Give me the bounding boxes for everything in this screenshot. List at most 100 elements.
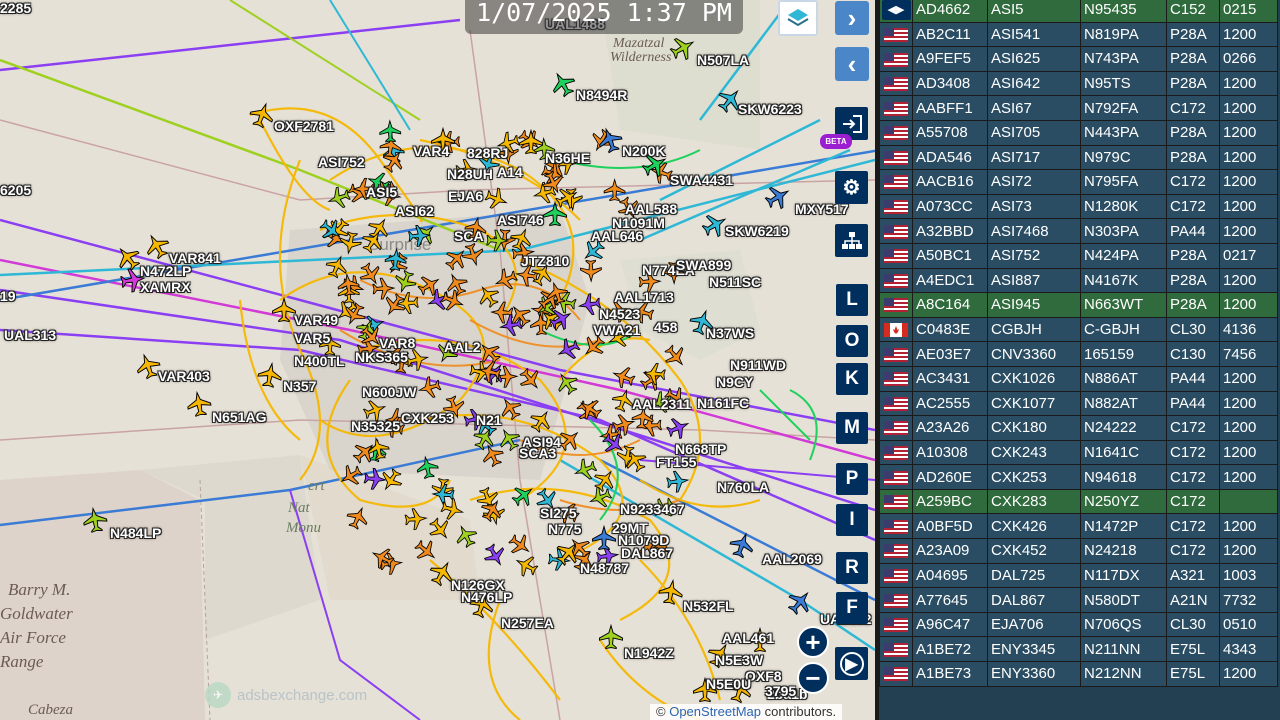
aircraft-icon[interactable] <box>392 268 419 295</box>
toggle-p-button[interactable]: P <box>836 463 868 495</box>
aircraft-label[interactable]: N257EA <box>501 615 554 631</box>
table-row[interactable]: AD3408 ASI642 N95TS P28A 1200 <box>879 70 1278 97</box>
aircraft-icon[interactable] <box>372 277 396 300</box>
table-row[interactable]: A50BC1 ASI752 N424PA P28A 0217 <box>879 242 1278 269</box>
aircraft-label[interactable]: FT155 <box>656 454 696 470</box>
aircraft-label[interactable]: N357 <box>283 378 316 394</box>
table-row[interactable]: A1BE73 ENY3360 N212NN E75L 1200 <box>879 661 1278 687</box>
aircraft-icon[interactable] <box>379 119 402 143</box>
toggle-m-button[interactable]: M <box>836 412 868 444</box>
aircraft-label[interactable]: AAL1713 <box>614 289 674 305</box>
aircraft-icon[interactable] <box>547 68 579 100</box>
aircraft-icon[interactable] <box>664 414 692 442</box>
aircraft-label[interactable]: N5E3W <box>715 652 763 668</box>
aircraft-icon[interactable] <box>610 363 637 390</box>
aircraft-label[interactable]: N600JW <box>362 384 416 400</box>
aircraft-label[interactable]: SCA <box>454 228 484 244</box>
aircraft-label[interactable]: N5E0U <box>706 676 751 692</box>
table-row[interactable]: ◀▶ AD4662 ASI5 N95435 C152 0215 <box>879 0 1278 23</box>
aircraft-icon[interactable] <box>460 242 486 268</box>
table-row[interactable]: AE03E7 CNV3360 165159 C130 7456 <box>879 341 1278 367</box>
aircraft-icon[interactable] <box>452 522 480 550</box>
table-row[interactable]: A4EDC1 ASI887 N4167K P28A 1200 <box>879 267 1278 294</box>
aircraft-label[interactable]: 458 <box>654 319 677 335</box>
aircraft-icon[interactable] <box>516 365 545 394</box>
aircraft-icon[interactable] <box>666 470 690 493</box>
aircraft-icon[interactable] <box>667 32 699 64</box>
aircraft-label[interactable]: N48787 <box>580 560 629 576</box>
aircraft-icon[interactable] <box>186 390 213 418</box>
aircraft-label[interactable]: 828RJ <box>467 145 508 161</box>
aircraft-label[interactable]: N760LA <box>717 479 769 495</box>
aircraft-label[interactable]: N484LP <box>110 525 161 541</box>
zoom-out-button[interactable]: − <box>797 662 829 694</box>
table-row[interactable]: A073CC ASI73 N1280K C172 1200 <box>879 193 1278 220</box>
aircraft-icon[interactable] <box>344 504 372 532</box>
aircraft-label[interactable]: VAR4 <box>413 143 449 159</box>
replay-button[interactable]: ▶ <box>835 647 868 680</box>
toggle-k-button[interactable]: K <box>836 363 868 395</box>
aircraft-icon[interactable] <box>554 336 582 364</box>
aircraft-label[interactable]: SWA4431 <box>670 172 733 188</box>
aircraft-label[interactable]: N1942Z <box>624 645 674 661</box>
table-row[interactable]: A23A09 CXK452 N24218 C172 1200 <box>879 538 1278 564</box>
aircraft-icon[interactable] <box>658 578 685 606</box>
aircraft-label[interactable]: VAR49 <box>294 312 338 328</box>
table-row[interactable]: A23A26 CXK180 N24222 C172 1200 <box>879 415 1278 441</box>
settings-button[interactable]: ⚙ <box>835 171 868 204</box>
aircraft-label[interactable]: EJA6 <box>448 188 483 204</box>
aircraft-icon[interactable] <box>411 536 440 565</box>
aircraft-label[interactable]: N4523 <box>599 306 640 322</box>
aircraft-icon[interactable] <box>257 361 284 389</box>
aircraft-icon[interactable] <box>336 461 365 490</box>
aircraft-icon[interactable] <box>363 467 387 491</box>
aircraft-label[interactable]: N21 <box>476 412 502 428</box>
aircraft-icon[interactable] <box>415 271 444 300</box>
table-row[interactable]: A96C47 EJA706 N706QS CL30 0510 <box>879 611 1278 638</box>
aircraft-label[interactable]: A14 <box>497 164 523 180</box>
aircraft-label[interactable]: N28UH <box>447 166 493 182</box>
table-row[interactable]: A10308 CXK243 N1641C C172 1200 <box>879 439 1278 466</box>
toggle-o-button[interactable]: O <box>836 325 868 357</box>
aircraft-label[interactable]: ASI62 <box>395 203 434 219</box>
aircraft-icon[interactable] <box>727 530 757 560</box>
table-row[interactable]: A55708 ASI705 N443PA P28A 1200 <box>879 119 1278 146</box>
aircraft-label[interactable]: 19 <box>0 288 16 304</box>
aircraft-label[interactable]: SCA3 <box>519 445 556 461</box>
aircraft-icon[interactable] <box>356 260 385 289</box>
aircraft-label[interactable]: SKW6219 <box>725 223 789 239</box>
aircraft-label[interactable]: DAL867 <box>621 545 673 561</box>
aircraft-label[interactable]: XAMRX <box>140 279 191 295</box>
aircraft-list-panel[interactable]: ◀▶ AD4662 ASI5 N95435 C152 0215 AB2C11 ASI541 N8… <box>879 0 1280 720</box>
map-view[interactable]: Surprise Mazatzal Wilderness Nat Monu er… <box>0 0 875 720</box>
aircraft-icon[interactable] <box>509 481 538 510</box>
aircraft-label[interactable]: 3795 <box>765 683 796 699</box>
table-row[interactable]: ADA546 ASI717 N979C P28A 1200 <box>879 144 1278 171</box>
aircraft-label[interactable]: VWA21 <box>593 322 640 338</box>
aircraft-label[interactable]: N37WS <box>706 325 754 341</box>
aircraft-icon[interactable] <box>271 296 297 323</box>
aircraft-label[interactable]: VAR5 <box>294 330 330 346</box>
table-row[interactable]: AB2C11 ASI541 N819PA P28A 1200 <box>879 21 1278 48</box>
aircraft-icon[interactable] <box>483 185 510 212</box>
toggle-i-button[interactable]: I <box>836 504 868 536</box>
aircraft-label[interactable]: N532FL <box>683 598 734 614</box>
aircraft-label[interactable]: VAR403 <box>158 368 210 384</box>
table-row[interactable]: A9FEF5 ASI625 N743PA P28A 0266 <box>879 46 1278 72</box>
aircraft-icon[interactable] <box>572 456 599 483</box>
aircraft-icon[interactable] <box>82 506 109 534</box>
toggle-l-button[interactable]: L <box>836 284 868 316</box>
aircraft-label[interactable]: SKW6223 <box>738 101 802 117</box>
zoom-in-button[interactable]: + <box>797 626 829 658</box>
aircraft-icon[interactable] <box>481 541 510 570</box>
aircraft-label[interactable]: N9CY <box>716 374 753 390</box>
aircraft-label[interactable]: 2285 <box>0 0 31 16</box>
aircraft-icon[interactable] <box>661 342 690 371</box>
aircraft-label[interactable]: N775 <box>548 521 581 537</box>
aircraft-label[interactable]: JTZ810 <box>521 253 569 269</box>
aircraft-icon[interactable] <box>326 185 353 212</box>
table-row[interactable]: A8C164 ASI945 N663WT P28A 1200 <box>879 292 1278 318</box>
table-row[interactable]: AC2555 CXK1077 N882AT PA44 1200 <box>879 390 1278 417</box>
aircraft-label[interactable]: AAL2069 <box>762 551 822 567</box>
table-row[interactable]: AC3431 CXK1026 N886AT PA44 1200 <box>879 365 1278 392</box>
